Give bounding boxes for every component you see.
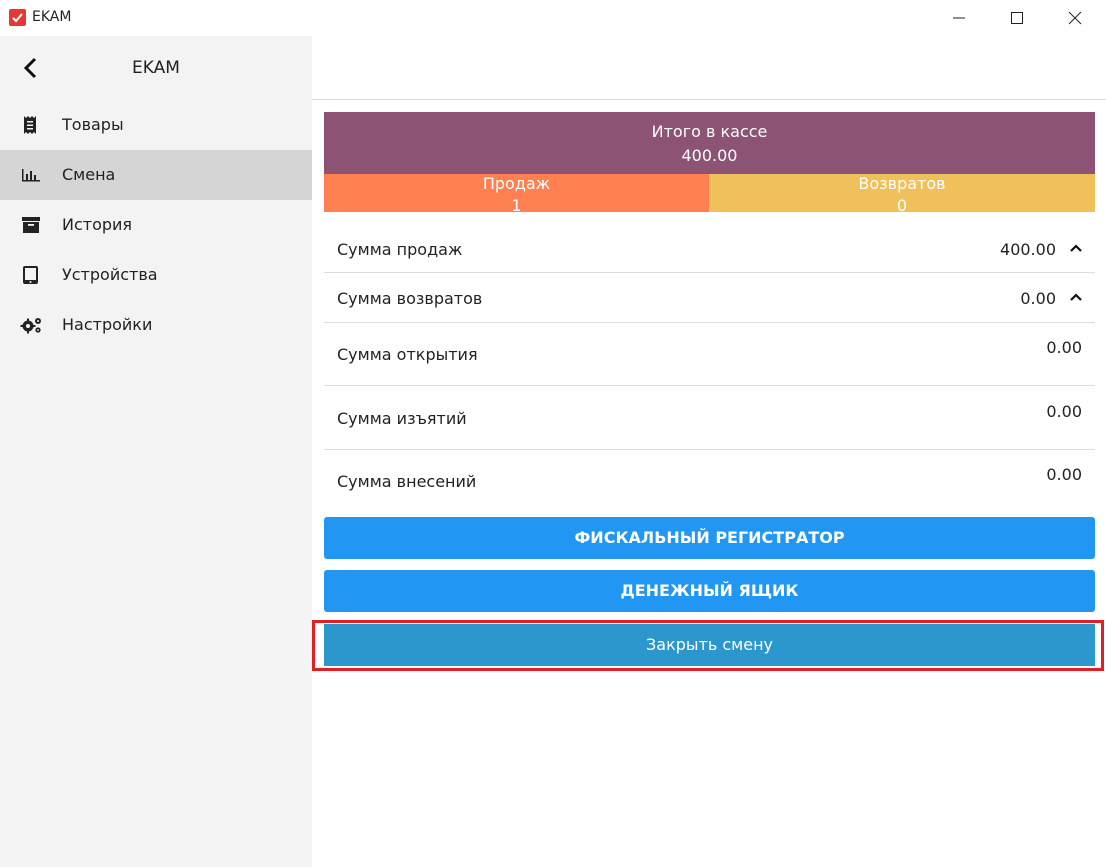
cash-total-value: 400.00 (681, 146, 738, 165)
returns-count-label: Возвратов (858, 174, 946, 193)
close-window-button[interactable] (1046, 0, 1104, 36)
sidebar-header: EKAM (0, 36, 312, 100)
sales-count-value: 1 (511, 196, 522, 212)
row-value: 0.00 (1046, 338, 1082, 357)
sidebar-item-label: Настройки (62, 315, 153, 334)
tablet-icon (20, 265, 42, 285)
chevron-up-icon[interactable] (1069, 243, 1083, 253)
bar-chart-icon (20, 165, 42, 185)
sidebar-title: EKAM (132, 58, 180, 78)
sidebar: EKAM Товары Смена История Устройства Нас… (0, 36, 312, 867)
returns-sum-row[interactable]: Сумма возвратов 0.00 (324, 273, 1095, 323)
row-label: Сумма внесений (337, 472, 477, 491)
withdrawals-sum-row: Сумма изъятий 0.00 (324, 386, 1095, 450)
sidebar-item-products[interactable]: Товары (0, 100, 312, 150)
main-header (312, 36, 1106, 100)
window-titlebar: EKAM (0, 0, 1106, 36)
sales-sum-row[interactable]: Сумма продаж 400.00 (324, 226, 1095, 273)
row-label: Сумма изъятий (337, 409, 467, 428)
sidebar-item-devices[interactable]: Устройства (0, 250, 312, 300)
chevron-up-icon[interactable] (1069, 292, 1083, 302)
row-value: 0.00 (1046, 402, 1082, 421)
returns-count-value: 0 (896, 196, 908, 212)
app-logo-icon (9, 9, 26, 26)
close-shift-button[interactable]: Закрыть смену (324, 624, 1095, 666)
maximize-icon (1011, 12, 1023, 24)
cash-total-label: Итого в кассе (651, 122, 768, 141)
sidebar-item-shift[interactable]: Смена (0, 150, 312, 200)
sidebar-item-settings[interactable]: Настройки (0, 300, 312, 350)
receipt-icon (20, 115, 42, 135)
maximize-button[interactable] (988, 0, 1046, 36)
cash-total-banner: Итого в кассе 400.00 (324, 112, 1095, 174)
row-value: 400.00 (1000, 240, 1056, 259)
returns-count-tile: Возвратов 0 (709, 174, 1095, 212)
row-value: 0.00 (1020, 289, 1056, 308)
archive-icon (20, 215, 42, 235)
minimize-button[interactable] (930, 0, 988, 36)
sidebar-item-label: Смена (62, 165, 116, 184)
row-value: 0.00 (1046, 465, 1082, 484)
sales-count-tile: Продаж 1 (324, 174, 709, 212)
sidebar-item-label: Устройства (62, 265, 158, 284)
sidebar-nav: Товары Смена История Устройства Настройк… (0, 100, 312, 350)
deposits-sum-row: Сумма внесений 0.00 (324, 450, 1095, 513)
opening-sum-row: Сумма открытия 0.00 (324, 323, 1095, 386)
sidebar-item-label: Товары (62, 115, 124, 134)
gears-icon (20, 315, 42, 335)
sales-count-label: Продаж (482, 174, 551, 193)
row-label: Сумма возвратов (337, 289, 483, 308)
cash-drawer-button[interactable]: ДЕНЕЖНЫЙ ЯЩИК (324, 570, 1095, 612)
minimize-icon (953, 17, 965, 19)
close-icon (1068, 11, 1082, 25)
row-label: Сумма продаж (337, 240, 463, 259)
fiscal-registrar-button[interactable]: ФИСКАЛЬНЫЙ РЕГИСТРАТОР (324, 517, 1095, 559)
sidebar-item-label: История (62, 215, 133, 234)
window-title: EKAM (32, 9, 72, 25)
sidebar-item-history[interactable]: История (0, 200, 312, 250)
row-label: Сумма открытия (337, 345, 478, 364)
